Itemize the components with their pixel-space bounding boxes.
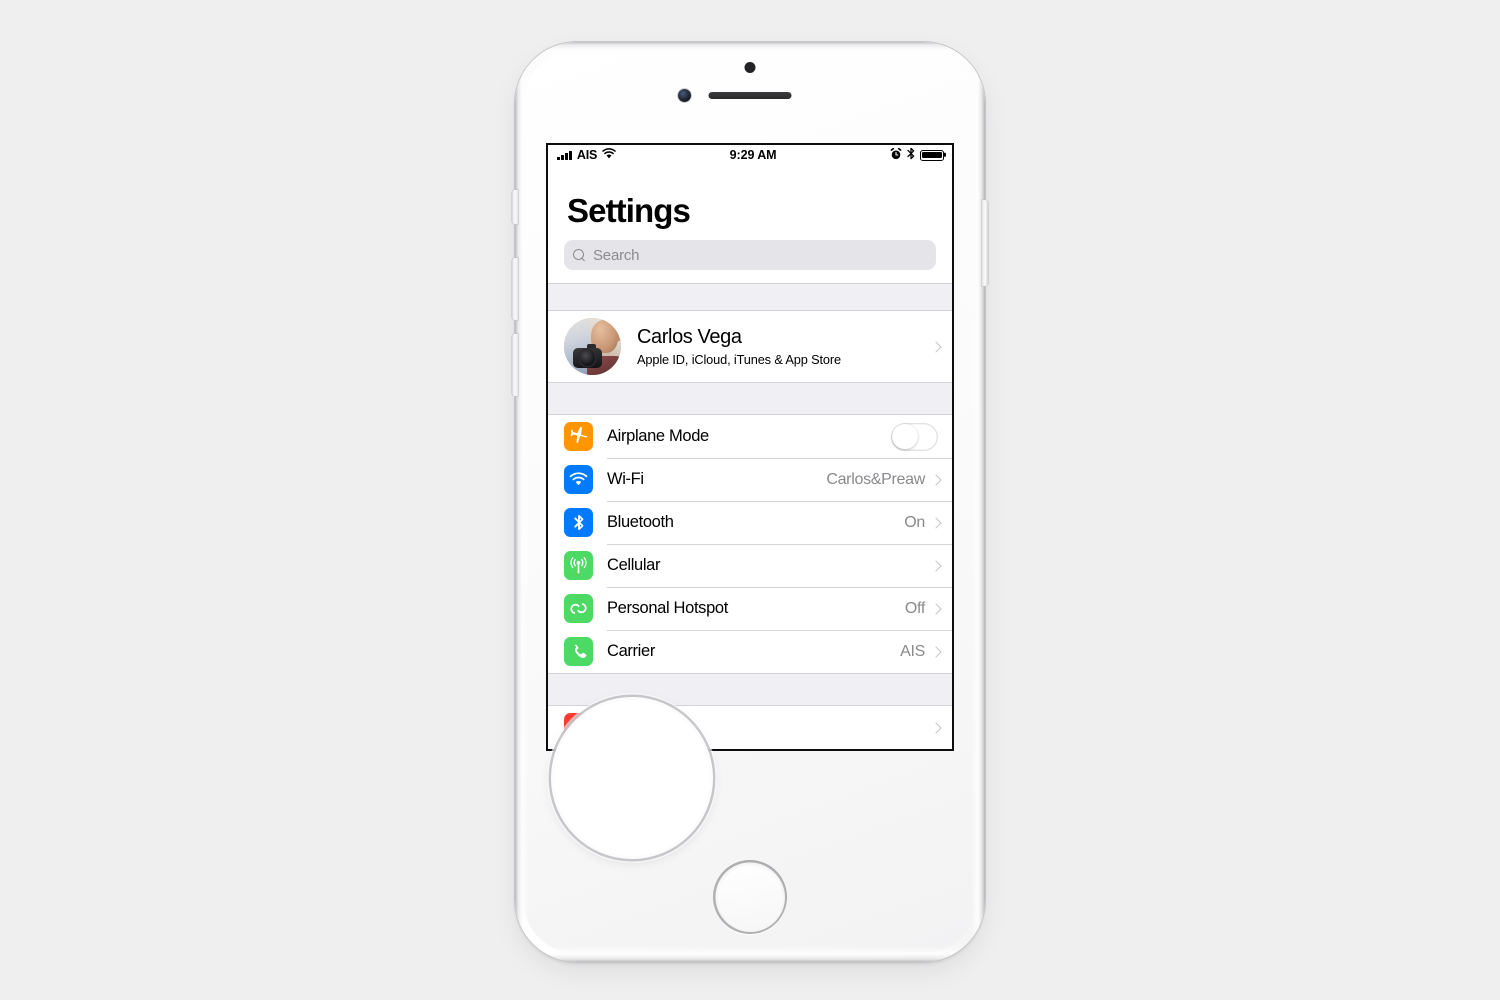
magnifier-lens: Notifications Control Center <box>554 700 710 856</box>
apple-id-row[interactable]: Carlos Vega Apple ID, iCloud, iTunes & A… <box>548 311 952 382</box>
chevron-right-icon <box>930 340 942 353</box>
chevron-right-icon <box>930 559 942 572</box>
battery-full-icon <box>920 149 944 161</box>
search-input[interactable]: Search <box>564 240 936 270</box>
group-separator <box>548 283 952 311</box>
airplane-icon <box>564 422 593 451</box>
cellular-signal-icon <box>557 150 572 160</box>
account-name: Carlos Vega <box>637 325 742 348</box>
bluetooth-icon <box>564 508 593 537</box>
row-label: Personal Hotspot <box>607 599 728 617</box>
settings-row-airplane-mode[interactable]: Airplane Mode <box>548 415 952 458</box>
settings-row-personal-hotspot[interactable]: Personal Hotspot Off <box>548 587 952 630</box>
settings-row-wifi[interactable]: Wi-Fi Carlos&Preaw <box>548 458 952 501</box>
front-camera-icon <box>678 89 691 102</box>
wifi-icon <box>602 148 616 162</box>
carrier-icon <box>564 637 593 666</box>
chevron-right-icon <box>930 645 942 658</box>
settings-row-carrier[interactable]: Carrier AIS <box>548 630 952 673</box>
row-label: Bluetooth <box>607 513 674 531</box>
ambient-sensor-icon <box>744 62 756 73</box>
search-container: Search <box>548 240 952 283</box>
cellular-icon <box>564 551 593 580</box>
power-button[interactable] <box>982 200 988 286</box>
alarm-clock-icon <box>890 147 902 163</box>
settings-row-bluetooth[interactable]: Bluetooth On <box>548 501 952 544</box>
settings-content: Settings Search Carlos Vega Apple ID, iC… <box>548 165 952 749</box>
row-detail: AIS <box>900 642 925 660</box>
row-detail: On <box>904 513 925 531</box>
screenshot-stage: AIS 9:29 AM Settings Search Carlos Vega … <box>0 0 1500 1000</box>
mute-switch[interactable] <box>512 190 518 224</box>
avatar <box>564 318 621 375</box>
volume-up-button[interactable] <box>512 258 518 320</box>
chevron-right-icon <box>930 473 942 486</box>
chevron-right-icon <box>930 602 942 615</box>
status-bar-clock: 9:29 AM <box>729 148 777 162</box>
carrier-label: AIS <box>576 148 598 162</box>
group-separator <box>548 673 952 706</box>
row-detail: Off <box>904 599 925 617</box>
page-title: Settings <box>567 192 691 229</box>
row-label: Carrier <box>607 642 655 660</box>
group-separator <box>548 382 952 415</box>
airplane-mode-toggle[interactable] <box>891 422 938 451</box>
lens-glare <box>554 700 710 856</box>
earpiece-speaker <box>708 92 792 99</box>
chevron-right-icon <box>930 516 942 529</box>
connectivity-group: Airplane Mode Wi-Fi Carlos&Preaw Bluetoo… <box>548 415 952 673</box>
account-subtitle: Apple ID, iCloud, iTunes & App Store <box>637 352 841 368</box>
hotspot-icon <box>564 594 593 623</box>
search-icon <box>573 248 586 262</box>
search-placeholder: Search <box>593 246 640 264</box>
phone-screen: AIS 9:29 AM Settings Search Carlos Vega … <box>548 145 952 749</box>
volume-down-button[interactable] <box>512 334 518 396</box>
wifi-icon <box>564 465 593 494</box>
bluetooth-icon <box>907 147 915 163</box>
row-label: Wi-Fi <box>607 470 644 488</box>
status-bar: AIS 9:29 AM <box>548 145 952 165</box>
home-button[interactable] <box>713 860 787 934</box>
chevron-right-icon <box>930 721 942 734</box>
row-label: Airplane Mode <box>607 427 709 445</box>
account-group: Carlos Vega Apple ID, iCloud, iTunes & A… <box>548 311 952 382</box>
row-detail: Carlos&Preaw <box>826 470 925 488</box>
settings-row-cellular[interactable]: Cellular <box>548 544 952 587</box>
row-label: Cellular <box>607 556 661 574</box>
